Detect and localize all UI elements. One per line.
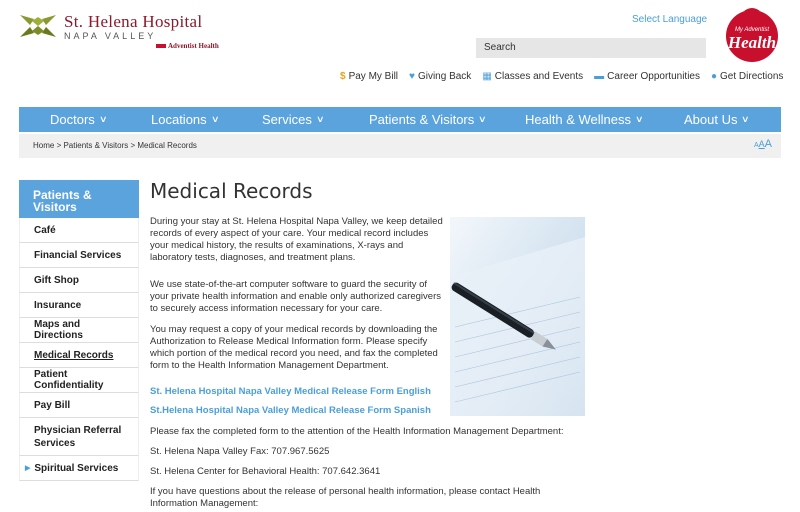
fax-number-napa-valley: St. Helena Napa Valley Fax: 707.967.5625: [150, 446, 330, 457]
request-paragraph: You may request a copy of your medical r…: [150, 324, 438, 371]
nav-label: Doctors: [50, 112, 95, 127]
heart-icon: ♥: [409, 71, 415, 82]
sidebar-item-pay-bill[interactable]: Pay Bill: [19, 393, 139, 418]
page-title: Medical Records: [150, 179, 313, 203]
sidebar-heading[interactable]: Patients & Visitors: [19, 180, 139, 218]
nav-label: About Us: [684, 112, 738, 127]
sidebar-item-cafe[interactable]: Café: [19, 218, 139, 243]
nav-about-us[interactable]: About Us ∨: [684, 112, 751, 127]
dollar-icon: $: [340, 71, 346, 82]
sidebar-item-patient-confidentiality[interactable]: Patient Confidentiality: [19, 368, 139, 393]
affiliate-name: Adventist Health: [168, 42, 219, 50]
sidebar-item-label: Physician Referral Services: [34, 424, 122, 449]
sidebar: Patients & Visitors Café Financial Servi…: [19, 180, 139, 481]
myhealth-line2: Health: [727, 33, 776, 52]
chevron-down-icon: ∨: [478, 114, 487, 124]
utility-link-label: Classes and Events: [494, 71, 584, 82]
nav-health-wellness[interactable]: Health & Wellness ∨: [525, 112, 644, 127]
sidebar-item-label: Spiritual Services: [34, 462, 119, 474]
sidebar-item-label: Patient Confidentiality: [34, 369, 104, 391]
nav-patients-visitors[interactable]: Patients & Visitors ∨: [369, 112, 487, 127]
sidebar-item-spiritual-services[interactable]: ▶ Spiritual Services: [19, 456, 139, 481]
logo-subtitle: NAPA VALLEY: [64, 31, 157, 41]
text-size-large[interactable]: A: [765, 138, 772, 150]
sidebar-item-label: Maps and Directions: [34, 319, 83, 341]
nav-label: Patients & Visitors: [369, 112, 475, 127]
affiliate-stripe-icon: [156, 44, 166, 48]
location-pin-icon: ●: [710, 71, 718, 82]
nav-label: Services: [262, 112, 312, 127]
briefcase-icon: ▬: [594, 71, 605, 82]
sidebar-item-label: Insurance: [34, 299, 82, 311]
contact-paragraph: If you have questions about the release …: [150, 486, 541, 509]
sidebar-item-physician-referral[interactable]: Physician Referral Services: [19, 418, 139, 456]
leaf-logo-icon: [20, 15, 56, 37]
nav-label: Health & Wellness: [525, 112, 631, 127]
breadcrumb[interactable]: Home > Patients & Visitors > Medical Rec…: [33, 141, 197, 150]
utility-link-label: Get Directions: [720, 71, 784, 82]
sidebar-item-gift-shop[interactable]: Gift Shop: [19, 268, 139, 293]
fax-instructions: Please fax the completed form to the att…: [150, 426, 564, 437]
chevron-down-icon: ∨: [315, 114, 325, 124]
utility-link-label: Pay My Bill: [348, 71, 399, 82]
my-adventist-health-logo[interactable]: My Adventist Health: [714, 6, 790, 64]
nav-services[interactable]: Services ∨: [262, 112, 325, 127]
expand-triangle-icon: ▶: [25, 465, 31, 472]
giving-back-link[interactable]: ♥ Giving Back: [409, 71, 471, 82]
sidebar-item-label: Medical Records: [34, 349, 114, 361]
calendar-icon: ▦: [482, 71, 492, 82]
nav-doctors[interactable]: Doctors ∨: [50, 112, 108, 127]
sidebar-item-medical-records[interactable]: Medical Records: [19, 343, 139, 368]
chevron-down-icon: ∨: [210, 114, 220, 124]
text-size-controls: A A A: [754, 138, 772, 150]
sidebar-item-label: Gift Shop: [34, 274, 79, 286]
hospital-logo[interactable]: St. Helena Hospital NAPA VALLEY Adventis…: [18, 13, 219, 50]
affiliate-logo: Adventist Health: [156, 42, 219, 50]
sidebar-item-label: Café: [34, 224, 56, 236]
chevron-down-icon: ∨: [741, 114, 751, 124]
logo-name: St. Helena Hospital: [64, 12, 203, 31]
select-language-link[interactable]: Select Language: [632, 14, 707, 25]
career-opportunities-link[interactable]: ▬ Career Opportunities: [594, 71, 700, 82]
sidebar-item-maps-directions[interactable]: Maps and Directions: [19, 318, 139, 343]
release-form-spanish-link[interactable]: St.Helena Hospital Napa Valley Medical R…: [150, 405, 431, 416]
utility-link-label: Career Opportunities: [607, 71, 700, 82]
sidebar-item-label: Financial Services: [34, 249, 122, 261]
breadcrumb-bar: Home > Patients & Visitors > Medical Rec…: [19, 134, 781, 158]
intro-paragraph: During your stay at St. Helena Hospital …: [150, 216, 443, 263]
get-directions-link[interactable]: ● Get Directions: [711, 71, 783, 82]
chevron-down-icon: ∨: [98, 114, 108, 124]
sidebar-item-insurance[interactable]: Insurance: [19, 293, 139, 318]
sidebar-item-label: Pay Bill: [34, 399, 71, 411]
chevron-down-icon: ∨: [634, 114, 644, 124]
fax-number-behavioral-health: St. Helena Center for Behavioral Health:…: [150, 466, 381, 477]
utility-links: $ Pay My Bill ♥ Giving Back ▦ Classes and E…: [340, 71, 783, 82]
release-form-english-link[interactable]: St. Helena Hospital Napa Valley Medical …: [150, 386, 431, 397]
nav-label: Locations: [151, 112, 207, 127]
classes-events-link[interactable]: ▦ Classes and Events: [482, 71, 583, 82]
search-input[interactable]: Search: [476, 38, 706, 58]
medical-form-pen-image: [450, 217, 585, 416]
main-nav: Doctors ∨ Locations ∨ Services ∨ Patients &…: [19, 107, 781, 132]
pay-my-bill-link[interactable]: $ Pay My Bill: [340, 71, 398, 82]
security-paragraph: We use state-of-the-art computer softwar…: [150, 279, 441, 314]
utility-link-label: Giving Back: [417, 71, 472, 82]
sidebar-item-financial-services[interactable]: Financial Services: [19, 243, 139, 268]
nav-locations[interactable]: Locations ∨: [151, 112, 220, 127]
